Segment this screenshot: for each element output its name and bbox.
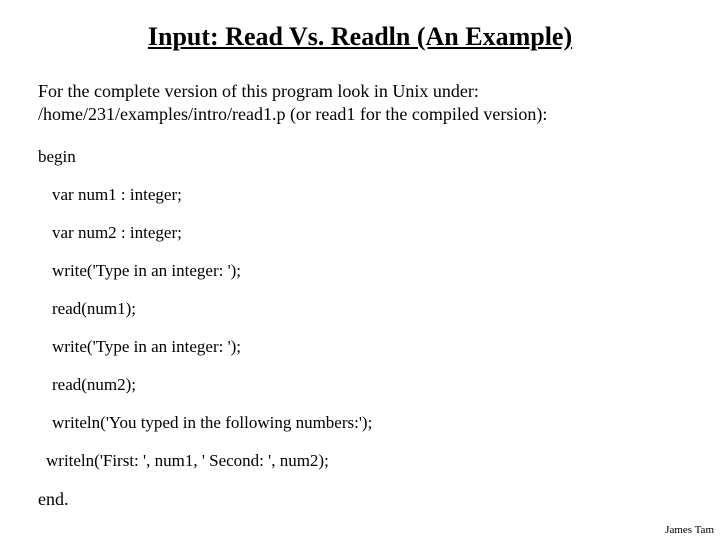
intro-line-2: /home/231/examples/intro/read1.p (or rea… (38, 104, 547, 124)
code-end: end. (38, 489, 682, 510)
code-write-prompt-1: write('Type in an integer: '); (38, 261, 682, 281)
code-read-num2: read(num2); (38, 375, 682, 395)
slide-content: Input: Read Vs. Readln (An Example) For … (0, 0, 720, 510)
code-write-prompt-2: write('Type in an integer: '); (38, 337, 682, 357)
code-var-num2: var num2 : integer; (38, 223, 682, 243)
code-var-num1: var num1 : integer; (38, 185, 682, 205)
intro-line-1: For the complete version of this program… (38, 81, 479, 101)
code-writeln-header: writeln('You typed in the following numb… (38, 413, 682, 433)
code-begin: begin (38, 147, 682, 167)
code-read-num1: read(num1); (38, 299, 682, 319)
footer-author: James Tam (665, 524, 714, 536)
slide-title: Input: Read Vs. Readln (An Example) (38, 22, 682, 52)
intro-paragraph: For the complete version of this program… (38, 80, 682, 125)
code-writeln-values: writeln('First: ', num1, ' Second: ', nu… (38, 451, 682, 471)
